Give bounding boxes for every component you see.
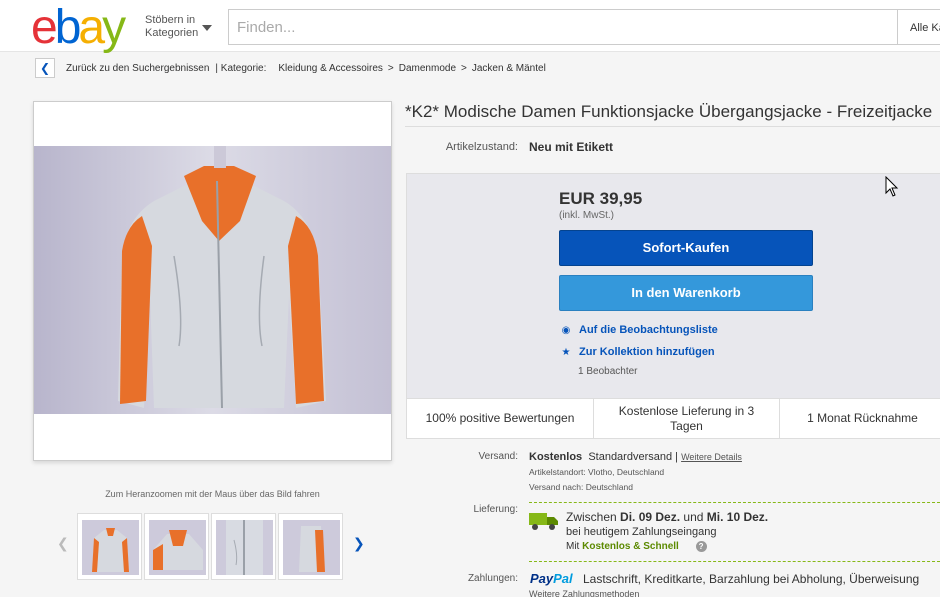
chevron-right-icon[interactable]: ❯ (353, 535, 365, 552)
buy-now-button[interactable]: Sofort-Kaufen (559, 230, 813, 266)
help-icon[interactable]: ? (695, 541, 707, 552)
shipping-details-link[interactable]: Weitere Details (681, 452, 742, 462)
shipping-method: Standardversand | (588, 451, 679, 463)
delivery-condition: bei heutigem Zahlungseingang (566, 526, 717, 538)
zoom-hint: Zum Heranzoomen mit der Maus über das Bi… (105, 489, 320, 499)
payment-methods: Lastschrift, Kreditkarte, Barzahlung bei… (583, 572, 920, 586)
badge-returns: 1 Monat Rücknahme (807, 411, 918, 425)
browse-line1: Stöbern in (145, 14, 196, 26)
badge-feedback: 100% positive Bewertungen (407, 399, 594, 438)
browse-line2: Kategorien (145, 27, 199, 39)
trust-badges: 100% positive Bewertungen Kostenlose Lie… (406, 398, 940, 439)
main-image-box[interactable] (33, 101, 392, 461)
condition-label: Artikelzustand: (445, 141, 518, 153)
delivery-window: Zwischen Di. 09 Dez. und Mi. 10 Dez. (566, 510, 768, 524)
product-photo[interactable] (34, 146, 391, 414)
delivery-service-name: Kostenlos & Schnell (582, 541, 679, 552)
ebay-logo[interactable]: ebay (31, 1, 126, 54)
browse-categories-button[interactable]: Stöbern in Kategorien (145, 14, 198, 40)
breadcrumb-item-clothing[interactable]: Kleidung & Accessoires (278, 63, 383, 74)
delivery-date-to: Mi. 10 Dez. (706, 510, 769, 524)
logo-letter-e: e (31, 1, 58, 54)
logo-letter-y: y (102, 1, 126, 54)
item-title: *K2* Modische Damen Funktionsjacke Überg… (405, 102, 933, 121)
back-to-results-link[interactable]: Zurück zu den Suchergebnissen (66, 63, 209, 74)
shipping-value: Kostenlos Standardversand | Weitere Deta… (529, 451, 742, 463)
search-input[interactable] (228, 9, 898, 45)
item-location: Artikelstandort: Vlotho, Deutschland (529, 467, 665, 477)
category-label: | Kategorie: (215, 62, 267, 74)
watcher-count: 1 Beobachter (578, 366, 638, 377)
breadcrumb-separator: > (387, 62, 394, 74)
delivery-label: Lieferung: (473, 504, 518, 515)
chevron-left-icon[interactable]: ❮ (57, 535, 69, 552)
thumbnail-3[interactable] (211, 513, 276, 580)
breadcrumb: ❮ Zurück zu den Suchergebnissen | Katego… (35, 57, 546, 79)
add-to-cart-button[interactable]: In den Warenkorb (559, 275, 813, 311)
divider (405, 126, 940, 127)
divider (529, 561, 940, 562)
chevron-down-icon[interactable] (202, 25, 212, 31)
watchlist-label: Auf die Beobachtungsliste (579, 324, 718, 336)
breadcrumb-item-jackets[interactable]: Jacken & Mäntel (472, 63, 546, 74)
delivery-and: und (683, 510, 704, 524)
logo-letter-b: b (54, 1, 82, 54)
payment-label: Zahlungen: (467, 573, 518, 584)
breadcrumb-item-women[interactable]: Damenmode (399, 63, 456, 74)
eye-icon: ◉ (561, 324, 571, 336)
truck-icon (529, 513, 558, 530)
thumbnail-2[interactable] (144, 513, 209, 580)
badge-free-shipping: Kostenlose Lieferung in 3 Tagen (594, 399, 780, 438)
chevron-left-icon[interactable]: ❮ (35, 58, 55, 78)
price: EUR 39,95 (559, 189, 643, 208)
shipping-label: Versand: (478, 451, 518, 462)
delivery-between: Zwischen (566, 510, 617, 524)
ships-to: Versand nach: Deutschland (529, 482, 633, 492)
category-select[interactable]: Alle Kategorien (898, 9, 940, 45)
star-icon: ★ (561, 346, 571, 358)
top-bar: ebay Stöbern in Kategorien Alle Kategori… (0, 0, 940, 52)
thumbnail-4[interactable] (278, 513, 343, 580)
more-payment-methods-link[interactable]: Weitere Zahlungsmethoden (529, 589, 639, 597)
collection-label: Zur Kollektion hinzufügen (579, 346, 715, 358)
mouse-cursor-icon (885, 176, 899, 197)
logo-letter-a: a (78, 1, 105, 54)
shipping-cost: Kostenlos (529, 451, 583, 463)
delivery-with: Mit (566, 541, 580, 552)
delivery-date-from: Di. 09 Dez. (620, 510, 681, 524)
condition-value: Neu mit Etikett (529, 140, 614, 154)
vat-note: (inkl. MwSt.) (559, 210, 614, 221)
breadcrumb-separator: > (461, 62, 467, 74)
paypal-logo: PayPal (530, 571, 573, 586)
thumbnail-1[interactable] (77, 513, 142, 580)
collection-link[interactable]: ★ Zur Kollektion hinzufügen (560, 346, 715, 358)
buy-box: EUR 39,95 (inkl. MwSt.) Sofort-Kaufen In… (406, 173, 940, 439)
paypal-logo-part2: Pal (553, 571, 573, 586)
delivery-service: Mit Kostenlos & Schnell ? (566, 541, 707, 552)
thumbnail-strip: ❮ ❯ (57, 513, 377, 581)
watchlist-link[interactable]: ◉ Auf die Beobachtungsliste (560, 324, 718, 336)
divider (529, 502, 940, 503)
paypal-logo-part1: Pay (530, 571, 554, 586)
